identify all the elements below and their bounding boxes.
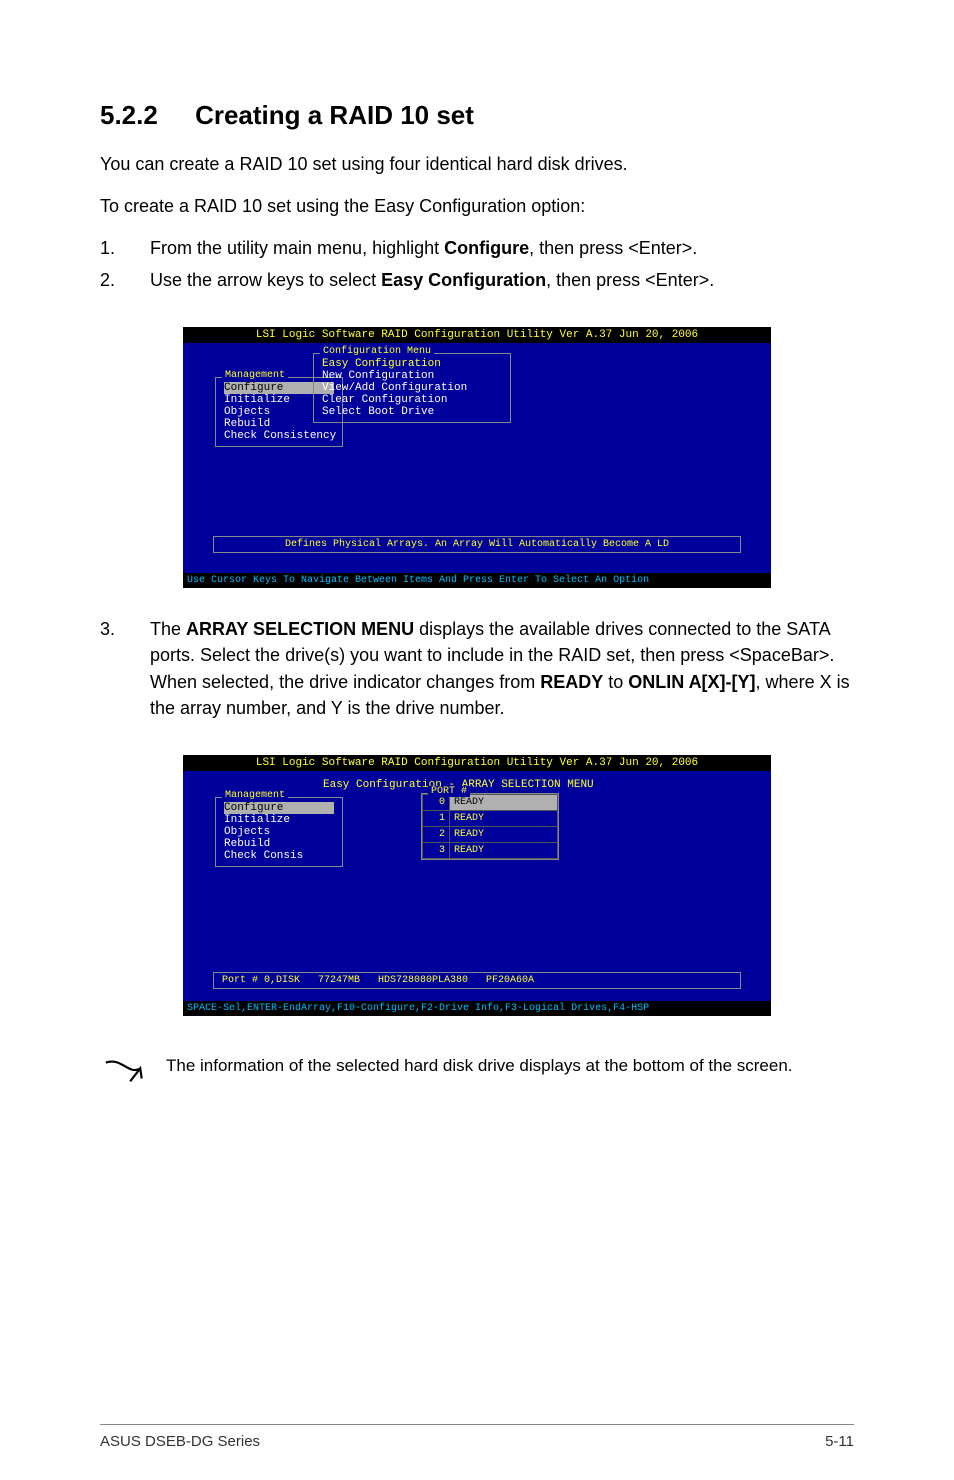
step-1: 1. From the utility main menu, highlight… [100, 235, 854, 261]
step-number: 2. [100, 267, 150, 293]
bios-footer: SPACE-Sel,ENTER-EndArray,F10-Configure,F… [183, 1001, 771, 1016]
menu-item-objects[interactable]: Objects [224, 826, 334, 838]
bios-body: Management Configure Initialize Objects … [183, 343, 771, 573]
array-selection-list: PORT # 0READY 1READY 2READY 3READY [421, 793, 559, 860]
drive-row[interactable]: 3READY [423, 842, 558, 858]
menu-item-configure[interactable]: Configure [224, 802, 334, 814]
bios-title: LSI Logic Software RAID Configuration Ut… [183, 327, 771, 343]
steps-block-1: 1. From the utility main menu, highlight… [100, 235, 854, 299]
step-body: Use the arrow keys to select Easy Config… [150, 267, 854, 293]
footer-left: ASUS DSEB-DG Series [100, 1433, 260, 1450]
note-text: The information of the selected hard dis… [166, 1054, 854, 1078]
port-header: PORT # [428, 786, 470, 797]
page: 5.2.2 Creating a RAID 10 set You can cre… [0, 0, 954, 1480]
bios-screenshot-2: LSI Logic Software RAID Configuration Ut… [100, 755, 854, 1016]
bios-screenshot-1: LSI Logic Software RAID Configuration Ut… [100, 327, 854, 588]
panel-title: Management [222, 790, 288, 801]
section-heading: 5.2.2 Creating a RAID 10 set [100, 100, 854, 131]
note-icon [100, 1054, 146, 1105]
step-body: From the utility main menu, highlight Co… [150, 235, 854, 261]
menu-item-check-consistency[interactable]: Check Consistency [224, 430, 334, 442]
step-3: 3. The ARRAY SELECTION MENU displays the… [100, 616, 854, 720]
page-footer: ASUS DSEB-DG Series 5-11 [100, 1424, 854, 1450]
menu-item-select-boot[interactable]: Select Boot Drive [322, 406, 502, 418]
bios-footer: Use Cursor Keys To Navigate Between Item… [183, 573, 771, 588]
steps-block-2: 3. The ARRAY SELECTION MENU displays the… [100, 616, 854, 726]
menu-item-view-add-config[interactable]: View/Add Configuration [322, 382, 502, 394]
drive-row[interactable]: 1READY [423, 810, 558, 826]
section-number: 5.2.2 [100, 100, 158, 130]
step-body: The ARRAY SELECTION MENU displays the av… [150, 616, 854, 720]
management-menu: Management Configure Initialize Objects … [215, 797, 343, 867]
bios-window: LSI Logic Software RAID Configuration Ut… [183, 755, 771, 1016]
step-number: 3. [100, 616, 150, 720]
bios-body: Management Configure Initialize Objects … [183, 771, 771, 1001]
section-title: Creating a RAID 10 set [195, 100, 474, 130]
bios-title: LSI Logic Software RAID Configuration Ut… [183, 755, 771, 771]
note-block: The information of the selected hard dis… [100, 1054, 854, 1105]
menu-item-check-consis[interactable]: Check Consis [224, 850, 334, 862]
drive-row[interactable]: 2READY [423, 826, 558, 842]
menu-item-initialize[interactable]: Initialize [224, 814, 334, 826]
menu-item-easy-config[interactable]: Easy Configuration [322, 358, 502, 370]
menu-item-new-config[interactable]: New Configuration [322, 370, 502, 382]
intro-p1: You can create a RAID 10 set using four … [100, 151, 854, 177]
step-number: 1. [100, 235, 150, 261]
drive-info-status: Port # 0,DISK 77247MB HDS728080PLA380 PF… [213, 972, 741, 989]
menu-item-clear-config[interactable]: Clear Configuration [322, 394, 502, 406]
panel-title: Management [222, 370, 288, 381]
bios-hint: Defines Physical Arrays. An Array Will A… [213, 536, 741, 553]
menu-item-rebuild[interactable]: Rebuild [224, 838, 334, 850]
configuration-menu: Configuration Menu Easy Configuration Ne… [313, 353, 511, 423]
footer-right: 5-11 [825, 1433, 854, 1450]
panel-title: Configuration Menu [320, 346, 434, 357]
intro-p2: To create a RAID 10 set using the Easy C… [100, 193, 854, 219]
step-2: 2. Use the arrow keys to select Easy Con… [100, 267, 854, 293]
bios-window: LSI Logic Software RAID Configuration Ut… [183, 327, 771, 588]
